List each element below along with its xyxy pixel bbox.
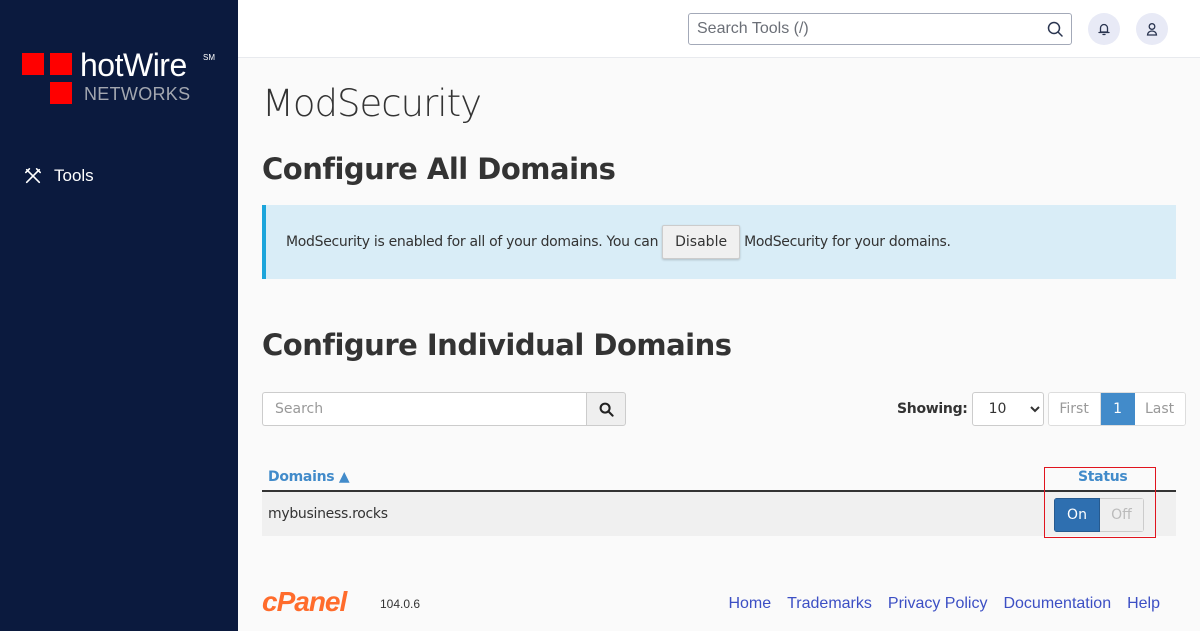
section-heading-all-domains: Configure All Domains: [262, 152, 616, 186]
pager-current-page[interactable]: 1: [1100, 393, 1135, 425]
footer-link-trademarks[interactable]: Trademarks: [787, 595, 872, 613]
bell-icon: [1098, 23, 1110, 36]
info-alert: ModSecurity is enabled for all of your d…: [262, 205, 1176, 279]
footer-link-home[interactable]: Home: [728, 595, 771, 613]
cpanel-version: 104.0.6: [380, 597, 421, 611]
domain-search: [262, 392, 626, 426]
alert-text-before: ModSecurity is enabled for all of your d…: [286, 234, 659, 250]
logo-square: [50, 53, 72, 75]
footer-links: Home Trademarks Privacy Policy Documenta…: [728, 595, 1160, 613]
showing-label: Showing:: [897, 401, 968, 417]
pagination-controls: Showing: 10 First 1 Last: [897, 392, 1186, 426]
status-toggle[interactable]: On Off: [1054, 498, 1144, 532]
brand-logo[interactable]: hotWire SM NETWORKS: [22, 47, 222, 113]
column-header-status: Status: [1078, 469, 1128, 485]
brand-subtitle: NETWORKS: [84, 84, 191, 104]
page-size-select[interactable]: 10: [971, 392, 1044, 426]
sidebar: hotWire SM NETWORKS Tools: [0, 0, 238, 631]
pager: First 1 Last: [1047, 392, 1186, 426]
search-icon: [599, 402, 614, 417]
footer-link-help[interactable]: Help: [1127, 595, 1160, 613]
tools-icon: [24, 167, 42, 184]
logo-square: [50, 82, 72, 104]
user-menu-button[interactable]: [1136, 13, 1168, 45]
brand-name: hotWire: [80, 47, 187, 83]
user-icon: [1146, 23, 1158, 36]
page-title: ModSecurity: [262, 82, 482, 125]
domain-search-button[interactable]: [586, 392, 626, 426]
disable-button[interactable]: Disable: [662, 225, 741, 259]
pager-first[interactable]: First: [1048, 393, 1101, 425]
domains-table: Domains ▲ Status mybusiness.rocks On Off: [262, 462, 1176, 538]
footer-link-documentation[interactable]: Documentation: [1003, 595, 1111, 613]
cpanel-logo: cPanel: [262, 586, 347, 617]
section-heading-individual-domains: Configure Individual Domains: [262, 328, 732, 362]
sidebar-item-label: Tools: [54, 166, 94, 185]
sidebar-item-tools[interactable]: Tools: [24, 166, 94, 186]
footer: cPanel 104.0.6 Home Trademarks Privacy P…: [262, 586, 1176, 617]
tools-search-input[interactable]: [689, 14, 1029, 44]
logo-square: [22, 53, 44, 75]
search-icon[interactable]: [1047, 21, 1063, 37]
alert-text-after: ModSecurity for your domains.: [744, 234, 951, 250]
top-bar: [238, 0, 1200, 58]
brand-mark: SM: [203, 53, 215, 62]
domain-name: mybusiness.rocks: [268, 506, 388, 522]
toggle-on-button[interactable]: On: [1054, 498, 1100, 532]
footer-link-privacy-policy[interactable]: Privacy Policy: [888, 595, 988, 613]
tools-search: [688, 13, 1072, 45]
domain-search-input[interactable]: [262, 392, 586, 426]
table-row: mybusiness.rocks On Off: [262, 492, 1176, 536]
pager-last[interactable]: Last: [1134, 393, 1185, 425]
notifications-button[interactable]: [1088, 13, 1120, 45]
column-header-domains[interactable]: Domains ▲: [268, 469, 350, 485]
table-header: Domains ▲ Status: [262, 462, 1176, 492]
toggle-off-button[interactable]: Off: [1100, 498, 1144, 532]
